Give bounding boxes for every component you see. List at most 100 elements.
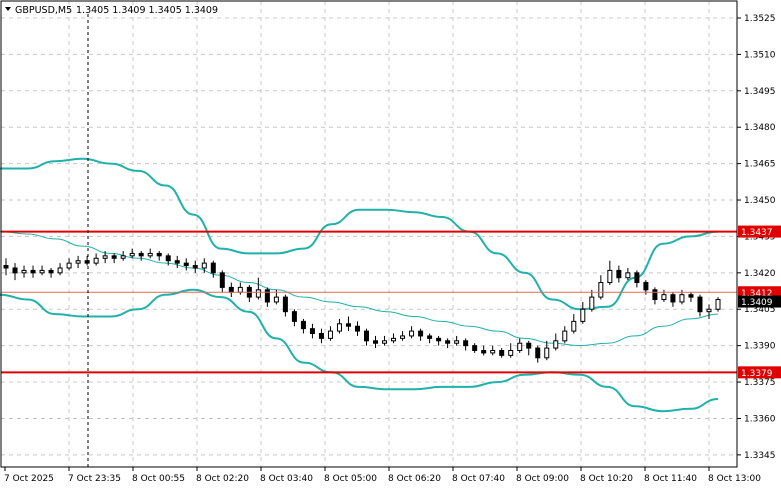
candle-body-bullish bbox=[454, 340, 460, 344]
candle-body-bearish bbox=[697, 296, 703, 313]
candle-body-bearish bbox=[12, 267, 18, 274]
candle-body-bearish bbox=[156, 252, 162, 257]
candle-body-bearish bbox=[264, 289, 270, 303]
candle-body-bearish bbox=[183, 262, 189, 267]
candle-body-bearish bbox=[291, 311, 297, 322]
candle-body-bearish bbox=[111, 255, 117, 259]
y-tick-label: 1.3375 bbox=[744, 378, 776, 388]
y-tick-label: 1.3480 bbox=[744, 123, 776, 133]
candle-body-bearish bbox=[345, 323, 351, 327]
candle-body-bearish bbox=[364, 330, 370, 342]
candle-body-bearish bbox=[526, 342, 532, 349]
candle-body-bullish bbox=[679, 294, 685, 303]
candle-body-bullish bbox=[21, 269, 27, 274]
x-tick-label: 7 Oct 2025 bbox=[4, 474, 54, 484]
candle-body-bullish bbox=[562, 330, 568, 342]
candle-body-bullish bbox=[571, 320, 577, 332]
candle-body-bullish bbox=[120, 255, 126, 259]
x-tick-label: 8 Oct 05:00 bbox=[324, 474, 377, 484]
candle-body-bullish bbox=[409, 330, 415, 337]
x-tick-label: 8 Oct 02:20 bbox=[196, 474, 249, 484]
candle-body-bullish bbox=[553, 340, 559, 349]
candle-body-bearish bbox=[445, 340, 451, 344]
x-tick-label: 8 Oct 10:20 bbox=[580, 474, 633, 484]
candle-body-bullish bbox=[75, 260, 81, 264]
candle-body-bullish bbox=[715, 299, 721, 310]
candle-body-bullish bbox=[273, 296, 279, 303]
candle-body-bullish bbox=[102, 255, 108, 259]
candle-body-bullish bbox=[382, 340, 388, 344]
x-tick-label: 8 Oct 11:40 bbox=[644, 474, 697, 484]
y-tick-label: 1.3465 bbox=[744, 160, 776, 170]
candle-body-bearish bbox=[192, 265, 198, 269]
y-tick-label: 1.3360 bbox=[744, 414, 776, 424]
price-chart[interactable]: 1.3525 1.3510 1.3495 1.3480 1.3465 1.3450 1.34… bbox=[0, 0, 781, 489]
candle-body-bearish bbox=[634, 272, 640, 284]
candle-body-bullish bbox=[661, 294, 667, 301]
candle-body-bullish bbox=[508, 350, 514, 356]
candle-body-bearish bbox=[165, 255, 171, 262]
candle bbox=[715, 297, 721, 312]
x-tick-label: 8 Oct 06:20 bbox=[388, 474, 441, 484]
candle-body-bearish bbox=[219, 272, 225, 288]
y-tick-label: 1.3345 bbox=[744, 451, 776, 461]
candle-body-bearish bbox=[499, 350, 505, 356]
x-tick-label: 8 Oct 07:40 bbox=[452, 474, 505, 484]
candle-body-bullish bbox=[580, 308, 586, 322]
x-tick-label: 8 Oct 03:40 bbox=[260, 474, 313, 484]
candle-body-bearish bbox=[670, 294, 676, 303]
candle-body-bearish bbox=[210, 262, 216, 274]
candle-body-bearish bbox=[616, 269, 622, 279]
candle-body-bullish bbox=[706, 308, 712, 313]
level-label-1.3437: 1.3437 bbox=[741, 228, 773, 238]
candle-body-bearish bbox=[138, 252, 144, 257]
candle-body-bullish bbox=[607, 269, 613, 284]
candle-body-bearish bbox=[228, 286, 234, 293]
trading-chart-window[interactable]: 1.3525 1.3510 1.3495 1.3480 1.3465 1.3450 1.34… bbox=[0, 0, 781, 489]
x-tick-label: 8 Oct 00:55 bbox=[132, 474, 185, 484]
candle-body-bearish bbox=[643, 282, 649, 291]
candle-body-bullish bbox=[237, 286, 243, 293]
candle-body-bearish bbox=[418, 330, 424, 337]
candle-body-bullish bbox=[490, 350, 496, 354]
candle-body-bullish bbox=[391, 337, 397, 342]
chart-header: GBPUSD,M5 1.3405 1.3409 1.3405 1.3409 bbox=[5, 5, 218, 16]
candle-body-bearish bbox=[463, 340, 469, 347]
candle-body-bullish bbox=[147, 252, 153, 257]
candle-body-bullish bbox=[517, 342, 523, 351]
x-tick-label: 8 Oct 09:00 bbox=[516, 474, 569, 484]
candle-body-bearish bbox=[436, 337, 442, 342]
candle-body-bullish bbox=[129, 252, 135, 257]
candle-body-bearish bbox=[373, 340, 379, 344]
candle-body-bearish bbox=[427, 335, 433, 339]
candle-body-bearish bbox=[3, 265, 9, 269]
candle-body-bearish bbox=[354, 325, 360, 332]
x-tick-label: 7 Oct 23:35 bbox=[68, 474, 121, 484]
candle-body-bearish bbox=[688, 294, 694, 298]
ohlc-values: 1.3405 1.3409 1.3405 1.3409 bbox=[76, 5, 218, 16]
current-price-label: 1.3409 bbox=[741, 298, 773, 308]
candle-body-bullish bbox=[598, 282, 604, 298]
candle-body-bullish bbox=[201, 262, 207, 269]
candle-body-bearish bbox=[30, 269, 36, 274]
x-tick-label: 8 Oct 13:00 bbox=[708, 474, 761, 484]
candle-body-bearish bbox=[652, 289, 658, 301]
symbol-label: GBPUSD,M5 bbox=[15, 5, 72, 16]
candle-body-bearish bbox=[84, 260, 90, 264]
candle-body-bullish bbox=[93, 257, 99, 264]
candle-body-bearish bbox=[535, 347, 541, 359]
candle-body-bullish bbox=[625, 272, 631, 279]
y-tick-label: 1.3390 bbox=[744, 342, 776, 352]
candle-body-bearish bbox=[481, 350, 487, 354]
candle-body-bullish bbox=[255, 289, 261, 298]
y-tick-label: 1.3420 bbox=[744, 269, 776, 279]
candle-body-bullish bbox=[57, 267, 63, 274]
candle-body-bullish bbox=[589, 296, 595, 310]
candle-body-bearish bbox=[48, 269, 54, 274]
y-tick-label: 1.3525 bbox=[744, 14, 776, 24]
candle-body-bearish bbox=[282, 296, 288, 313]
candle-body-bullish bbox=[39, 269, 45, 274]
candle-body-bearish bbox=[309, 328, 315, 335]
candle-body-bullish bbox=[327, 330, 333, 339]
y-tick-label: 1.3510 bbox=[744, 50, 776, 60]
